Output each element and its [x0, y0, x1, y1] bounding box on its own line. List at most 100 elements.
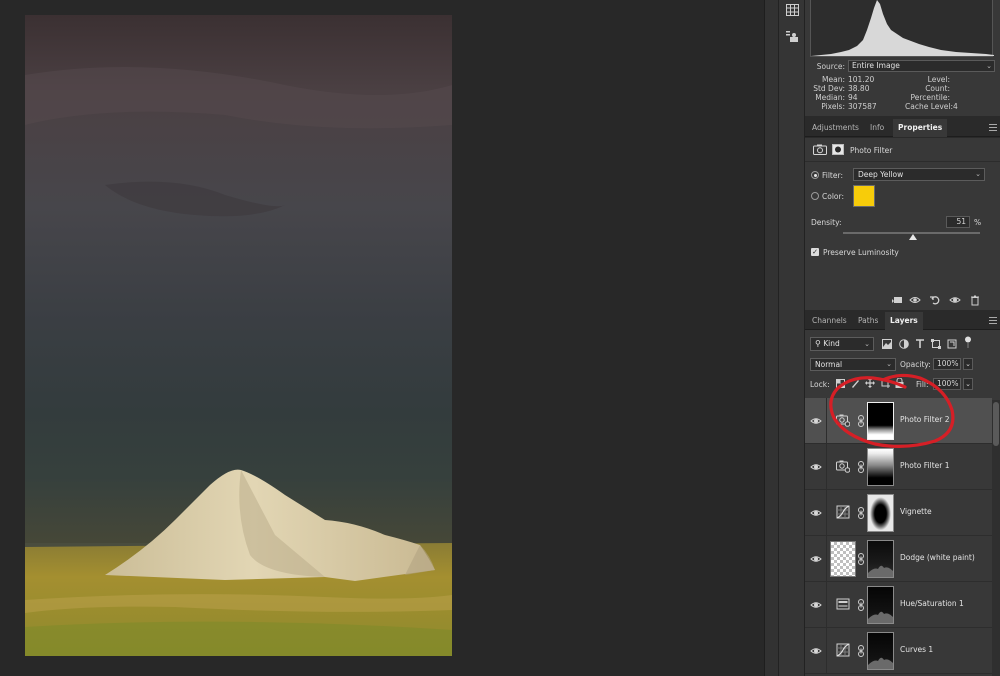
- tab-paths[interactable]: Paths: [853, 312, 883, 330]
- pixel-layer-filter-icon[interactable]: [882, 339, 892, 349]
- trash-icon[interactable]: [969, 294, 981, 306]
- color-swatch[interactable]: [853, 185, 875, 207]
- layer-divider: [826, 490, 827, 536]
- layer-row[interactable]: Photo Filter 1: [805, 444, 992, 490]
- fill-input[interactable]: 100%: [933, 378, 961, 390]
- source-select[interactable]: Entire Image ⌄: [848, 60, 995, 72]
- density-label: Density:: [811, 218, 842, 227]
- layer-mask-thumbnail[interactable]: [867, 448, 894, 486]
- layer-row[interactable]: Photo Filter 2: [805, 398, 992, 444]
- lock-position-move-icon[interactable]: [865, 378, 875, 388]
- layer-mask-thumbnail[interactable]: [867, 632, 894, 670]
- panel-menu-icon[interactable]: [989, 317, 997, 324]
- tab-channels[interactable]: Channels: [807, 312, 852, 330]
- document-canvas[interactable]: [0, 0, 764, 676]
- layers-tabbar: Channels Paths Layers: [805, 312, 1000, 330]
- visibility-eye-icon[interactable]: [810, 599, 822, 611]
- source-label: Source:: [816, 62, 845, 71]
- layer-row[interactable]: Curves 1: [805, 628, 992, 674]
- chain-link-icon[interactable]: [857, 553, 865, 565]
- reset-adjustment-icon[interactable]: [929, 294, 941, 306]
- layers-scrollbar[interactable]: [992, 400, 1000, 676]
- filter-radio[interactable]: [811, 171, 819, 179]
- layer-name: Vignette: [900, 507, 932, 516]
- lock-artboard-icon[interactable]: [880, 378, 890, 388]
- layer-thumbnail[interactable]: [830, 541, 856, 577]
- mask-icon[interactable]: [832, 144, 844, 155]
- layer-name: Curves 1: [900, 645, 934, 654]
- chain-link-icon[interactable]: [857, 461, 865, 473]
- curves-adjustment-icon[interactable]: [836, 505, 850, 519]
- lock-all-icon[interactable]: [895, 378, 904, 388]
- canvas-scrollbar[interactable]: [764, 0, 778, 676]
- stat-value: 94: [848, 93, 858, 102]
- grid-icon[interactable]: [784, 2, 800, 18]
- landscape-photo[interactable]: [25, 15, 452, 656]
- lock-transparent-icon[interactable]: [836, 379, 845, 388]
- type-filter-icon[interactable]: [915, 339, 925, 349]
- color-label: Color:: [822, 192, 844, 201]
- visibility-eye-icon[interactable]: [949, 294, 961, 306]
- layer-name: Photo Filter 2: [900, 415, 950, 424]
- photo-filter-adjustment-icon[interactable]: [836, 413, 851, 427]
- chain-link-icon[interactable]: [857, 507, 865, 519]
- kind-filter-select[interactable]: ⚲ Kind ⌄: [810, 337, 874, 351]
- visibility-eye-icon[interactable]: [810, 415, 822, 427]
- opacity-dropdown[interactable]: ⌄: [963, 358, 973, 370]
- layer-mask-thumbnail[interactable]: [867, 402, 894, 440]
- visibility-eye-icon[interactable]: [810, 507, 822, 519]
- panel-menu-icon[interactable]: [989, 124, 997, 131]
- curves-adjustment-icon[interactable]: [836, 643, 850, 657]
- panel-icon-column: [778, 0, 805, 676]
- blend-mode-value: Normal: [815, 360, 843, 369]
- filter-toggle-icon[interactable]: [964, 336, 972, 348]
- properties-panel: Photo Filter Filter: Deep Yellow ⌄ Color…: [805, 138, 1000, 310]
- layer-divider: [826, 444, 827, 490]
- histogram-graph: [810, 0, 994, 57]
- stat-value: 307587: [848, 102, 877, 111]
- preserve-luminosity-label: Preserve Luminosity: [823, 248, 899, 257]
- filter-select[interactable]: Deep Yellow ⌄: [853, 168, 985, 181]
- preserve-luminosity-checkbox[interactable]: ✓: [811, 248, 819, 256]
- view-previous-state-icon[interactable]: [909, 294, 921, 306]
- chain-link-icon[interactable]: [857, 599, 865, 611]
- fill-value: 100%: [937, 379, 959, 388]
- tab-info[interactable]: Info: [865, 119, 889, 137]
- density-slider-thumb[interactable]: [908, 234, 917, 240]
- opacity-input[interactable]: 100%: [933, 358, 961, 370]
- layers-scrollbar-thumb[interactable]: [993, 402, 999, 446]
- density-input[interactable]: 51: [946, 216, 970, 228]
- layer-name: Hue/Saturation 1: [900, 599, 964, 608]
- fill-dropdown[interactable]: ⌄: [963, 378, 973, 390]
- chevron-down-icon: ⌄: [864, 340, 870, 348]
- visibility-eye-icon[interactable]: [810, 645, 822, 657]
- tab-properties[interactable]: Properties: [893, 119, 948, 137]
- density-unit: %: [974, 218, 982, 227]
- adjustment-filter-icon[interactable]: [899, 339, 909, 349]
- tab-adjustments[interactable]: Adjustments: [807, 119, 864, 137]
- tab-layers[interactable]: Layers: [885, 312, 923, 330]
- color-radio[interactable]: [811, 192, 819, 200]
- chain-link-icon[interactable]: [857, 645, 865, 657]
- visibility-eye-icon[interactable]: [810, 553, 822, 565]
- layer-row[interactable]: Vignette: [805, 490, 992, 536]
- layer-mask-thumbnail[interactable]: [867, 586, 894, 624]
- lock-image-brush-icon[interactable]: [851, 379, 860, 388]
- shape-filter-icon[interactable]: [931, 339, 941, 349]
- smart-object-filter-icon[interactable]: [947, 339, 957, 349]
- chevron-down-icon: ⌄: [986, 62, 992, 70]
- properties-title: Photo Filter: [850, 146, 893, 155]
- layer-mask-thumbnail[interactable]: [867, 494, 894, 532]
- visibility-eye-icon[interactable]: [810, 461, 822, 473]
- layers-panel: ⚲ Kind ⌄ Normal ⌄ Opacity: 100% ⌄ Lock: …: [805, 330, 1000, 676]
- properties-panel-icon[interactable]: [784, 28, 800, 44]
- hue-saturation-adjustment-icon[interactable]: [836, 597, 850, 611]
- clip-to-layer-icon[interactable]: [891, 294, 903, 306]
- layer-mask-thumbnail[interactable]: [867, 540, 894, 578]
- blend-mode-select[interactable]: Normal ⌄: [810, 358, 896, 371]
- layer-row[interactable]: Dodge (white paint): [805, 536, 992, 582]
- photo-filter-adjustment-icon[interactable]: [836, 459, 851, 473]
- layer-row[interactable]: Hue/Saturation 1: [805, 582, 992, 628]
- chevron-down-icon: ⌄: [965, 380, 971, 388]
- chain-link-icon[interactable]: [857, 415, 865, 427]
